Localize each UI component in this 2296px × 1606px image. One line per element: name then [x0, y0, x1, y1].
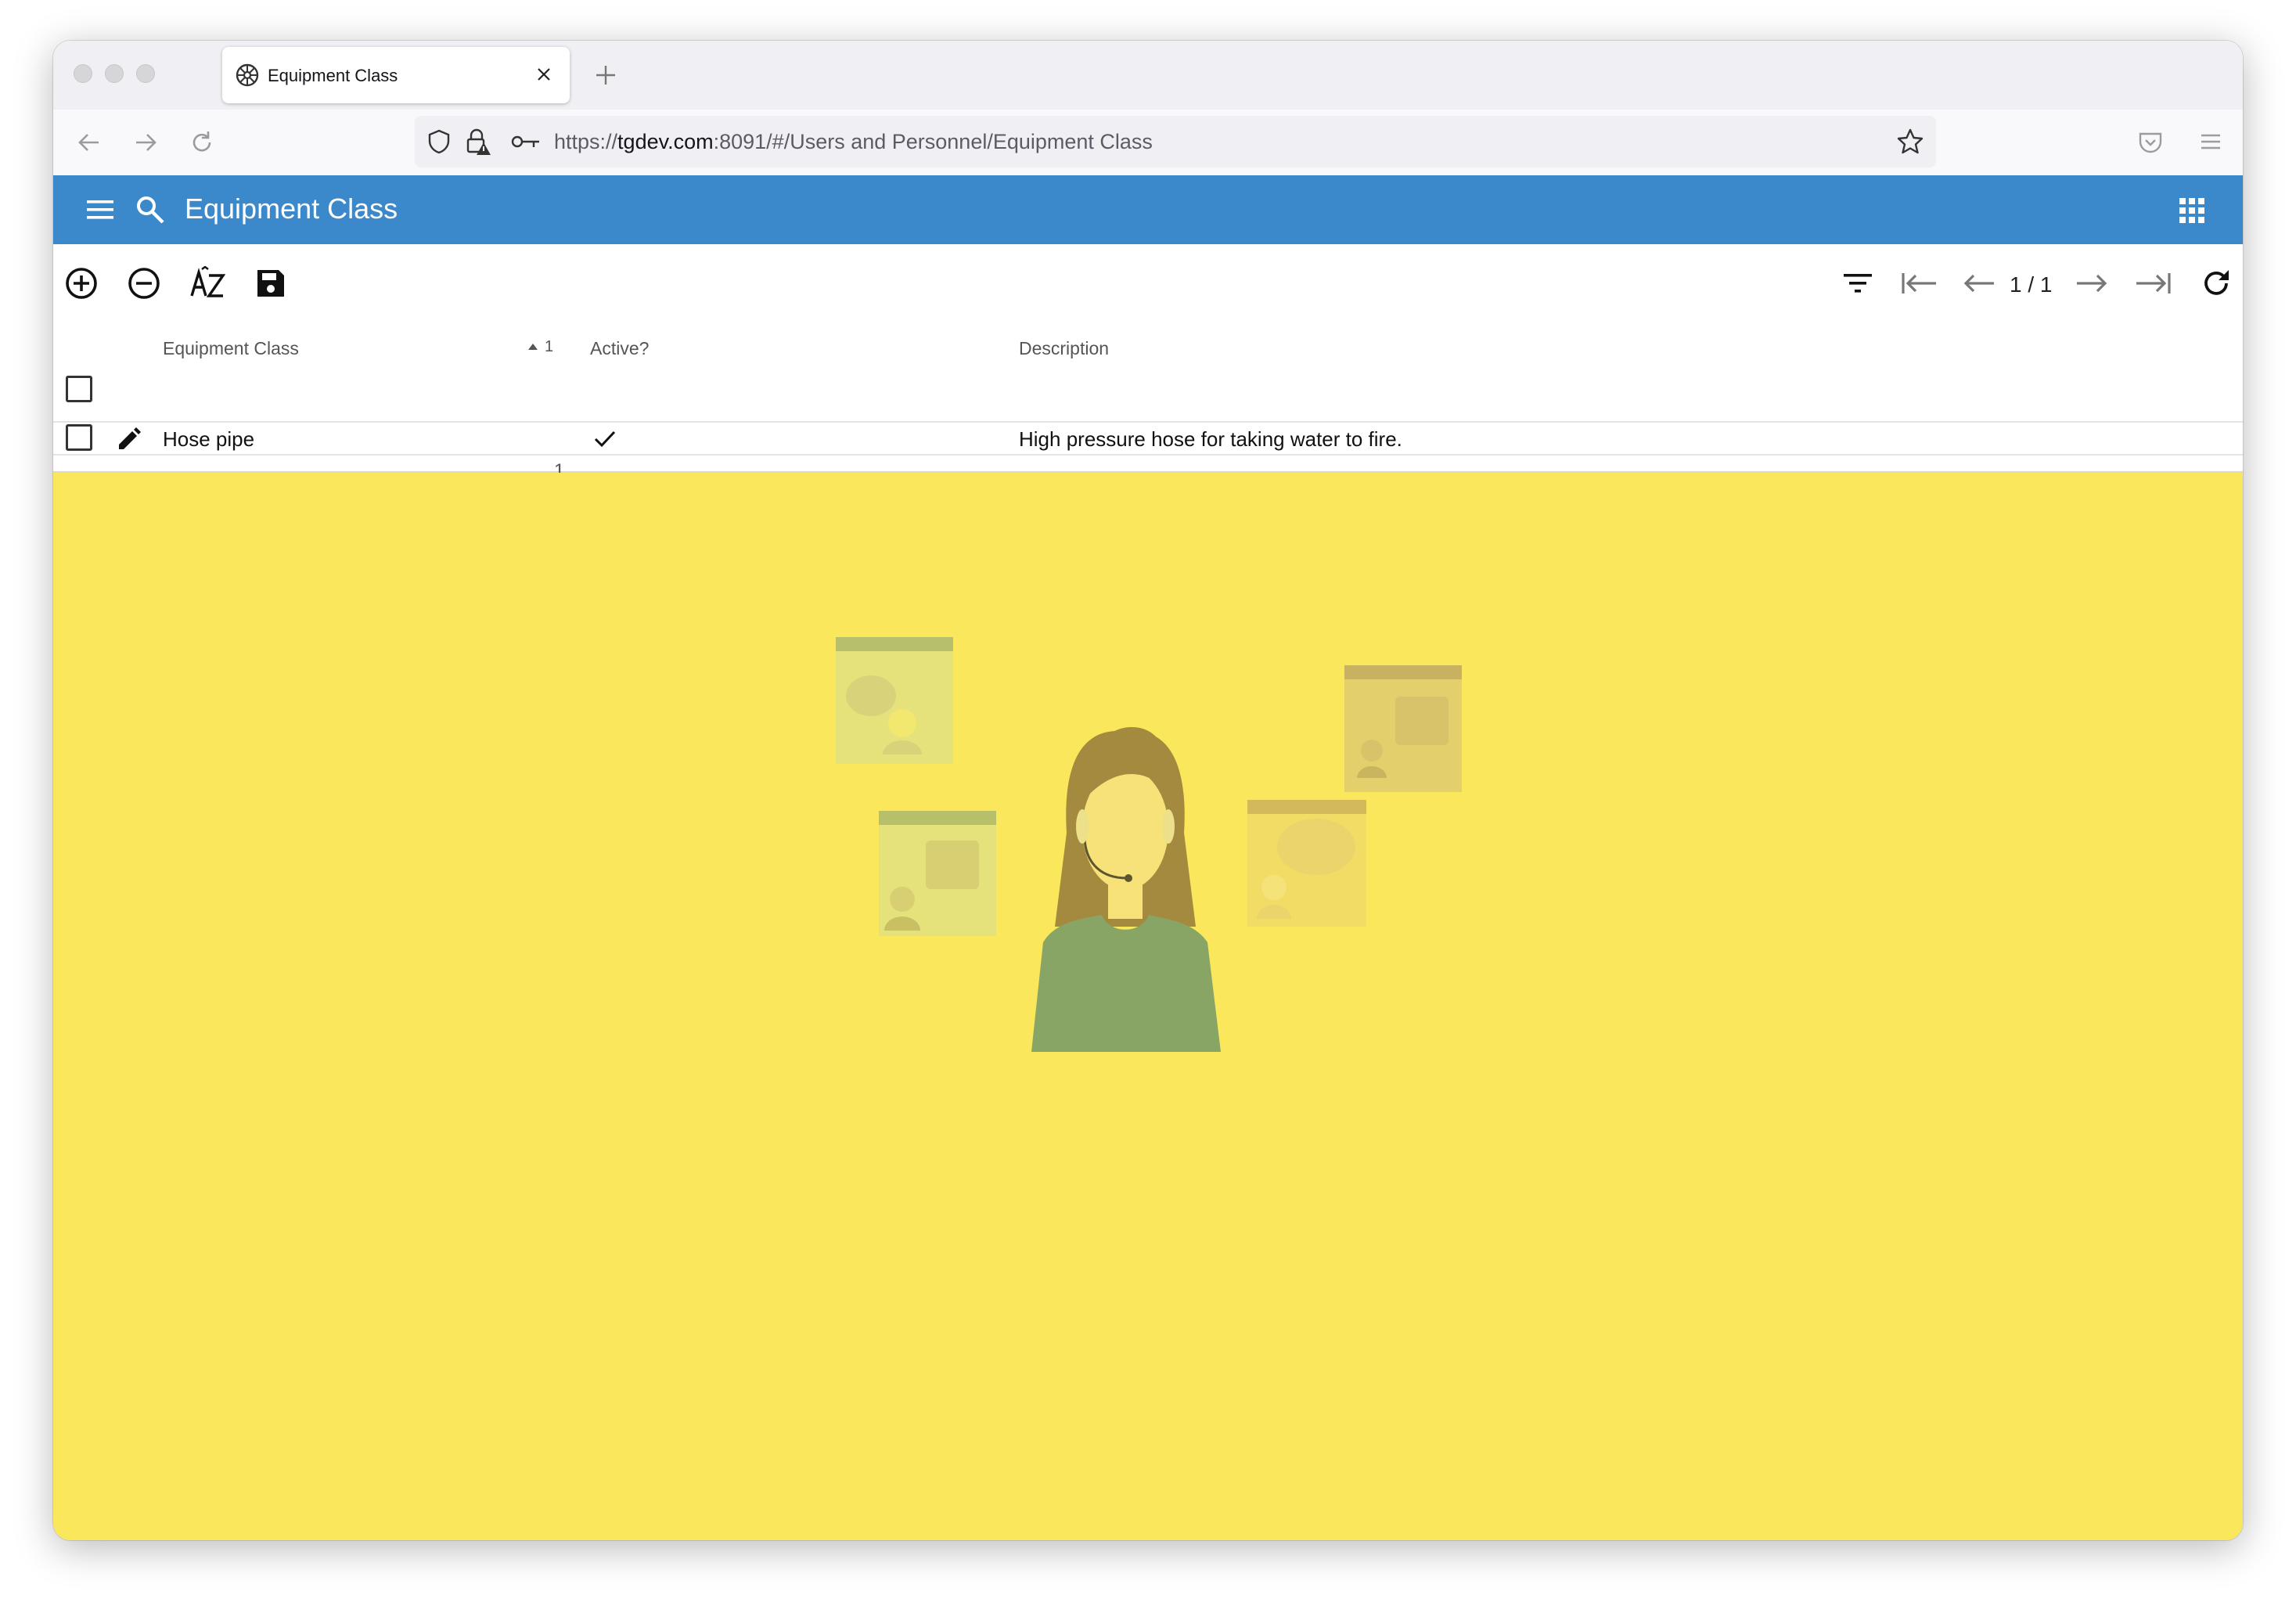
chat-window-card — [879, 811, 996, 936]
lock-warning-icon[interactable] — [463, 127, 491, 157]
filter-button[interactable] — [1841, 268, 1875, 299]
bookmark-star-icon[interactable] — [1895, 127, 1925, 157]
key-icon[interactable] — [510, 131, 542, 152]
minimize-window-button[interactable] — [105, 64, 124, 83]
wheel-icon — [236, 63, 259, 87]
arrow-right-icon — [136, 134, 157, 151]
page-title: Equipment Class — [185, 193, 398, 225]
add-icon — [66, 268, 97, 299]
column-header-equipment-class[interactable]: Equipment Class — [163, 338, 299, 359]
tab-title: Equipment Class — [268, 66, 398, 85]
add-button[interactable] — [64, 266, 99, 301]
checkmark-icon — [594, 430, 616, 448]
url-scheme: https:// — [554, 130, 618, 153]
previous-page-icon — [1963, 274, 1994, 293]
app-header: Equipment Class — [53, 175, 2243, 244]
row-divider — [53, 454, 2243, 456]
url-host: tgdev.com — [617, 130, 714, 153]
menu-icon[interactable] — [2197, 128, 2224, 155]
remove-icon — [128, 268, 160, 299]
chat-window-card — [1247, 800, 1366, 927]
hamburger-menu-icon[interactable] — [85, 194, 116, 225]
url-path: :8091/#/Users and Personnel/Equipment Cl… — [713, 130, 1153, 153]
row-select-checkbox[interactable] — [66, 424, 92, 451]
back-button[interactable] — [72, 125, 106, 160]
arrow-left-icon — [78, 134, 99, 151]
edit-pencil-icon[interactable] — [116, 426, 142, 452]
browser-window: Equipment Class https://tgdev.com:8091/#… — [53, 41, 2243, 1540]
filter-icon — [1844, 274, 1872, 293]
refresh-icon — [2204, 270, 2229, 295]
sort-az-icon — [190, 266, 226, 297]
zoom-window-button[interactable] — [136, 64, 155, 83]
reload-icon — [193, 131, 211, 152]
next-page-button[interactable] — [2074, 268, 2108, 299]
support-agent-figure — [1031, 727, 1221, 1052]
first-page-button[interactable] — [1900, 268, 1939, 299]
browser-tab[interactable]: Equipment Class — [222, 47, 570, 103]
chat-window-card — [1344, 665, 1462, 792]
column-header-active[interactable]: Active? — [590, 338, 649, 359]
first-page-icon — [1902, 273, 1936, 293]
apps-grid-icon[interactable] — [2179, 197, 2205, 224]
forward-button[interactable] — [128, 125, 163, 160]
reload-button[interactable] — [185, 125, 219, 160]
pocket-icon[interactable] — [2136, 128, 2165, 157]
close-tab-icon[interactable] — [534, 64, 554, 85]
grid-panel: 1 / 1 Equipment Class 1 Active? Descript… — [53, 244, 2243, 481]
sort-order-indicator: 1 — [545, 338, 554, 355]
cell-equipment-class: Hose pipe — [163, 427, 255, 451]
empty-state-background — [53, 473, 2243, 1540]
pager-status: 1 / 1 — [2010, 272, 2053, 297]
last-page-icon — [2136, 273, 2171, 293]
sort-ascending-icon[interactable] — [527, 341, 538, 352]
tab-strip: Equipment Class — [53, 41, 2243, 110]
url-bar[interactable]: https://tgdev.com:8091/#/Users and Perso… — [415, 116, 1936, 167]
save-button[interactable] — [254, 266, 288, 301]
support-agent-illustration — [836, 637, 1462, 1052]
last-page-button[interactable] — [2133, 268, 2172, 299]
column-header-description[interactable]: Description — [1019, 338, 1109, 359]
sort-button[interactable] — [189, 266, 227, 301]
shield-icon[interactable] — [426, 128, 452, 155]
url-text[interactable]: https://tgdev.com:8091/#/Users and Perso… — [554, 130, 1153, 154]
close-window-button[interactable] — [74, 64, 92, 83]
save-icon — [257, 270, 284, 297]
search-icon[interactable] — [135, 194, 166, 225]
previous-page-button[interactable] — [1963, 268, 1997, 299]
chat-window-card — [836, 637, 953, 764]
next-page-icon — [2077, 274, 2107, 293]
remove-button[interactable] — [127, 266, 161, 301]
header-divider — [53, 421, 2243, 423]
navigation-bar: https://tgdev.com:8091/#/Users and Perso… — [53, 110, 2243, 175]
refresh-button[interactable] — [2199, 266, 2233, 301]
cell-description: High pressure hose for taking water to f… — [1019, 427, 1402, 451]
select-all-checkbox[interactable] — [66, 376, 92, 402]
new-tab-icon[interactable] — [592, 61, 620, 89]
